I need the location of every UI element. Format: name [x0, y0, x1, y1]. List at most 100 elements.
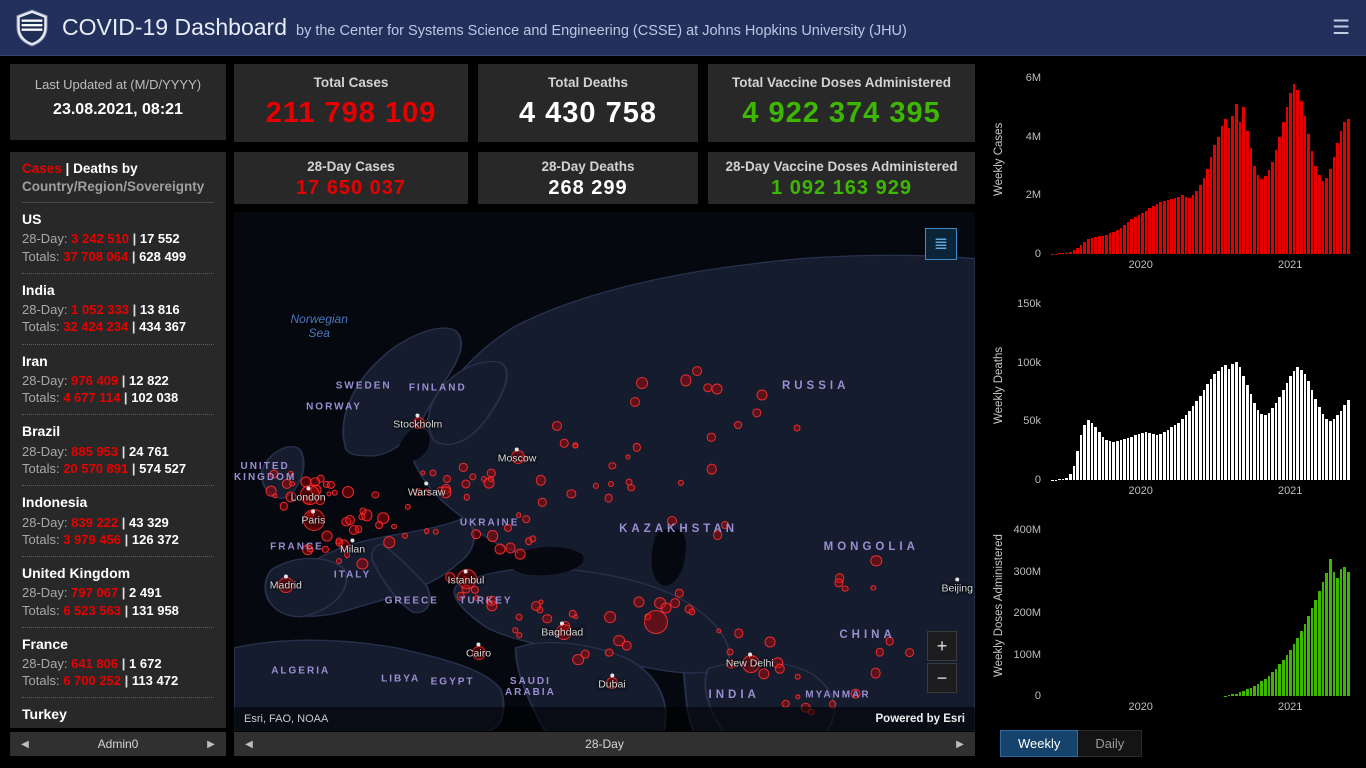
country-name: United Kingdom	[22, 564, 214, 582]
bar	[1145, 432, 1148, 480]
bar	[1336, 143, 1339, 254]
map-timeframe-pager: ◀ 28-Day ▶	[234, 732, 975, 756]
bar	[1181, 195, 1184, 254]
country-list-item[interactable]: United Kingdom 28-Day: 797 067 | 2 491 T…	[22, 557, 214, 628]
city-label: Baghdad	[541, 621, 583, 638]
bar	[1228, 695, 1231, 696]
sea-label: Norwegian Sea	[291, 312, 348, 340]
bar	[1307, 616, 1310, 696]
zoom-out-button[interactable]: −	[927, 663, 957, 693]
zoom-out-icon: −	[937, 668, 948, 689]
bar	[1264, 176, 1267, 254]
total-deaths-label: Total Deaths	[478, 75, 698, 90]
bar	[1289, 650, 1292, 696]
bar	[1174, 425, 1177, 480]
bar	[1271, 672, 1274, 696]
bar	[1159, 202, 1162, 254]
country-label: RUSSIA	[782, 380, 849, 392]
city-label: New Delhi	[726, 652, 774, 669]
total-vaccine-doses-value: 4 922 374 395	[708, 97, 975, 130]
28day-cases-label: 28-Day Cases	[234, 159, 468, 174]
country-label: ITALY	[334, 570, 371, 581]
bar	[1127, 438, 1130, 480]
bar	[1282, 660, 1285, 696]
country-list-item[interactable]: Iran 28-Day: 976 409 | 12 822 Totals: 4 …	[22, 345, 214, 416]
bar	[1177, 423, 1180, 480]
bar	[1145, 211, 1148, 254]
country-totals-line: Totals: 6 700 252 | 113 472	[22, 672, 214, 689]
bar	[1311, 151, 1314, 254]
bar	[1282, 390, 1285, 480]
admin-pager-prev-icon[interactable]: ◀	[10, 739, 40, 750]
legend-button[interactable]: ≣	[925, 228, 957, 260]
map-pager-next-icon[interactable]: ▶	[945, 739, 975, 750]
city-name: Cairo	[466, 647, 491, 659]
city-dot-icon	[284, 575, 288, 579]
zoom-in-button[interactable]: +	[927, 631, 957, 661]
y-tick: 300M	[1013, 566, 1041, 578]
map-pager-prev-icon[interactable]: ◀	[234, 739, 264, 750]
bar	[1213, 145, 1216, 254]
weekly-deaths-chart: Weekly Deaths 050k100k150k 20202021	[985, 290, 1356, 510]
bar	[1080, 245, 1083, 254]
bar	[1062, 253, 1065, 254]
bar	[1293, 84, 1296, 254]
city-label: Paris	[301, 510, 325, 527]
bar	[1296, 367, 1299, 480]
bar	[1296, 638, 1299, 697]
bar	[1260, 179, 1263, 254]
bar	[1203, 390, 1206, 480]
bar	[1221, 367, 1224, 480]
bar	[1275, 403, 1278, 480]
country-list-item[interactable]: US 28-Day: 3 242 510 | 17 552 Totals: 37…	[22, 203, 214, 274]
country-name: Brazil	[22, 422, 214, 440]
y-tick: 0	[1035, 690, 1041, 702]
bar	[1228, 369, 1231, 480]
bar	[1307, 134, 1310, 254]
map-canvas[interactable]: Norwegian SeaNORWAYSWEDENFINLANDRUSSIAUN…	[234, 212, 975, 731]
bar	[1087, 420, 1090, 480]
bar	[1112, 232, 1115, 254]
menu-icon[interactable]: ☰	[1332, 18, 1350, 38]
country-list-subheader: Country/Region/Sovereignty	[22, 179, 214, 203]
bar	[1087, 239, 1090, 254]
city-dot-icon	[610, 673, 614, 677]
tab-weekly[interactable]: Weekly	[1000, 730, 1078, 757]
bar	[1195, 401, 1198, 480]
country-list-item[interactable]: France 28-Day: 641 806 | 1 672 Totals: 6…	[22, 628, 214, 699]
city-label: Cairo	[466, 642, 491, 659]
y-tick: 50k	[1023, 415, 1041, 427]
country-label: FINLAND	[409, 383, 467, 394]
city-dot-icon	[311, 510, 315, 514]
bar	[1130, 437, 1133, 480]
country-list-item[interactable]: India 28-Day: 1 052 333 | 13 816 Totals:…	[22, 274, 214, 345]
bar	[1185, 197, 1188, 254]
bar	[1091, 423, 1094, 480]
city-label: Dubai	[598, 673, 625, 690]
country-list-item[interactable]: Indonesia 28-Day: 839 222 | 43 329 Total…	[22, 486, 214, 557]
bar	[1091, 238, 1094, 254]
bar	[1260, 414, 1263, 480]
bar	[1257, 175, 1260, 254]
bar	[1156, 204, 1159, 254]
bar	[1076, 248, 1079, 254]
x-tick: 2021	[1278, 259, 1302, 271]
country-list-item[interactable]: Brazil 28-Day: 885 953 | 24 761 Totals: …	[22, 415, 214, 486]
bar	[1311, 608, 1314, 696]
admin-pager-next-icon[interactable]: ▶	[196, 739, 226, 750]
app-header: COVID-19 Dashboard by the Center for Sys…	[0, 0, 1366, 56]
bar	[1275, 669, 1278, 696]
y-axis-ticks: 050k100k150k	[985, 304, 1045, 480]
28day-vaccine-doses-value: 1 092 163 929	[708, 177, 975, 200]
city-label: Warsaw	[408, 481, 446, 498]
country-label: KAZAKHSTAN	[619, 523, 738, 535]
country-list-item[interactable]: Turkey 28-Day: | Totals: |	[22, 698, 214, 728]
bar	[1188, 411, 1191, 480]
bar	[1278, 664, 1281, 696]
bar	[1221, 126, 1224, 254]
bars	[1051, 304, 1350, 480]
bar	[1163, 432, 1166, 480]
tab-daily[interactable]: Daily	[1078, 730, 1142, 757]
bar	[1329, 421, 1332, 480]
bar	[1141, 213, 1144, 254]
